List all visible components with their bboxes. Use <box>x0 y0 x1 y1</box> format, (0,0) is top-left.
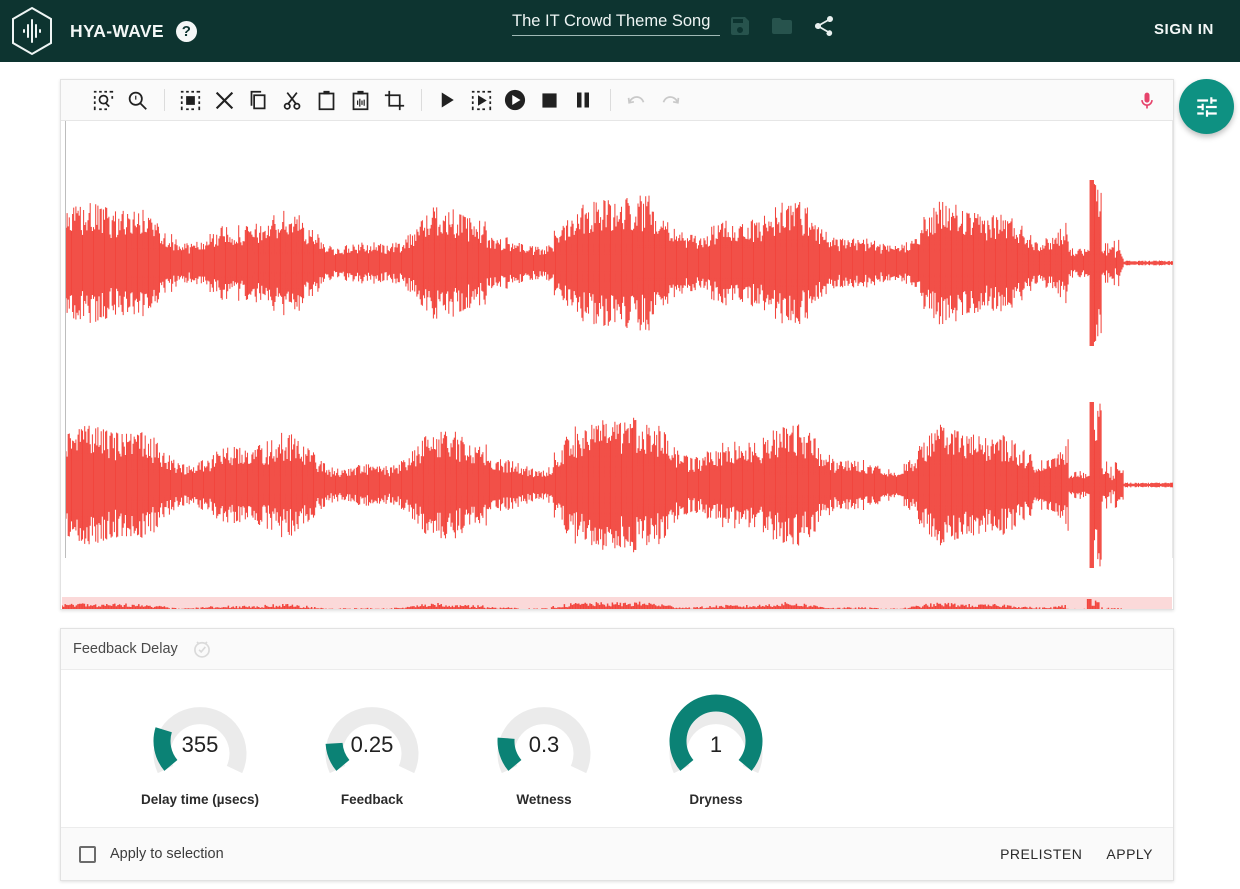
knob-value: 355 <box>145 732 255 758</box>
checkbox-box <box>79 846 96 863</box>
knob-feedback: 0.25 Feedback <box>317 692 427 807</box>
brand-name: HYA-WAVE <box>70 21 164 42</box>
play-selection-icon[interactable] <box>465 84 497 116</box>
knob-dial[interactable]: 0.3 <box>489 692 599 780</box>
crop-icon[interactable] <box>378 84 410 116</box>
track-title-input[interactable] <box>512 12 720 36</box>
sign-in-button[interactable]: SIGN IN <box>1154 21 1214 38</box>
tune-sliders-icon[interactable] <box>1179 79 1234 134</box>
hya-wave-app: HYA-WAVE ? SIGN IN <box>0 0 1240 889</box>
hexagon-waveform-logo[interactable] <box>10 6 54 56</box>
knob-dial[interactable]: 355 <box>145 692 255 780</box>
checkbox-label: Apply to selection <box>110 846 224 862</box>
track-title-wrapper <box>512 12 720 36</box>
toolbar-divider <box>164 89 165 111</box>
editor-toolbar <box>61 80 1173 121</box>
footer-actions: PRELISTEN APPLY <box>1000 846 1153 862</box>
prelisten-button[interactable]: PRELISTEN <box>1000 846 1082 862</box>
waveform-channel-left[interactable] <box>66 179 1173 347</box>
redo-icon[interactable] <box>654 84 686 116</box>
play-icon[interactable] <box>431 84 463 116</box>
knob-label: Dryness <box>689 792 742 807</box>
knob-wetness: 0.3 Wetness <box>489 692 599 807</box>
apply-to-selection-checkbox[interactable]: Apply to selection <box>79 846 224 863</box>
knob-label: Wetness <box>516 792 571 807</box>
effect-panel-footer: Apply to selection PRELISTEN APPLY <box>61 827 1173 880</box>
effect-title: Feedback Delay <box>73 641 178 657</box>
effect-knob-row: 355 Delay time (µsecs) 0.25 Feedback <box>61 670 1173 807</box>
waveform-channel-right[interactable] <box>66 401 1173 569</box>
knob-dryness: 1 Dryness <box>661 692 771 807</box>
effect-panel-header: Feedback Delay <box>61 629 1173 670</box>
select-region-icon[interactable] <box>87 84 119 116</box>
minimap-channel-left <box>62 598 1172 609</box>
knob-value: 0.25 <box>317 732 427 758</box>
clock-check-icon[interactable] <box>192 639 212 659</box>
undo-icon[interactable] <box>620 84 652 116</box>
app-header: HYA-WAVE ? SIGN IN <box>0 0 1240 62</box>
cut-icon[interactable] <box>276 84 308 116</box>
header-actions <box>728 14 836 38</box>
paste-insert-icon[interactable] <box>344 84 376 116</box>
zoom-icon[interactable] <box>121 84 153 116</box>
pause-icon[interactable] <box>567 84 599 116</box>
toolbar-divider <box>421 89 422 111</box>
waveform-display[interactable] <box>61 121 1173 609</box>
share-icon[interactable] <box>812 14 836 38</box>
record-icon[interactable] <box>499 84 531 116</box>
folder-icon[interactable] <box>770 14 794 38</box>
knob-label: Delay time (µsecs) <box>141 792 259 807</box>
microphone-icon[interactable] <box>1131 85 1163 117</box>
waveform-minimap[interactable] <box>62 597 1172 609</box>
apply-button[interactable]: APPLY <box>1106 846 1153 862</box>
knob-label: Feedback <box>341 792 403 807</box>
save-floppy-icon[interactable] <box>728 14 752 38</box>
toolbar-divider <box>610 89 611 111</box>
delete-icon[interactable] <box>208 84 240 116</box>
waveform-editor-card <box>60 79 1174 610</box>
paste-icon[interactable] <box>310 84 342 116</box>
toolbar-right-group <box>1131 80 1165 121</box>
stop-icon[interactable] <box>533 84 565 116</box>
knob-dial[interactable]: 1 <box>661 692 771 780</box>
knob-dial[interactable]: 0.25 <box>317 692 427 780</box>
copy-icon[interactable] <box>242 84 274 116</box>
question-mark-icon[interactable]: ? <box>176 21 197 42</box>
knob-value: 0.3 <box>489 732 599 758</box>
effect-panel: Feedback Delay 355 De <box>60 628 1174 881</box>
knob-value: 1 <box>661 732 771 758</box>
knob-delay-time: 355 Delay time (µsecs) <box>145 692 255 807</box>
select-all-icon[interactable] <box>174 84 206 116</box>
